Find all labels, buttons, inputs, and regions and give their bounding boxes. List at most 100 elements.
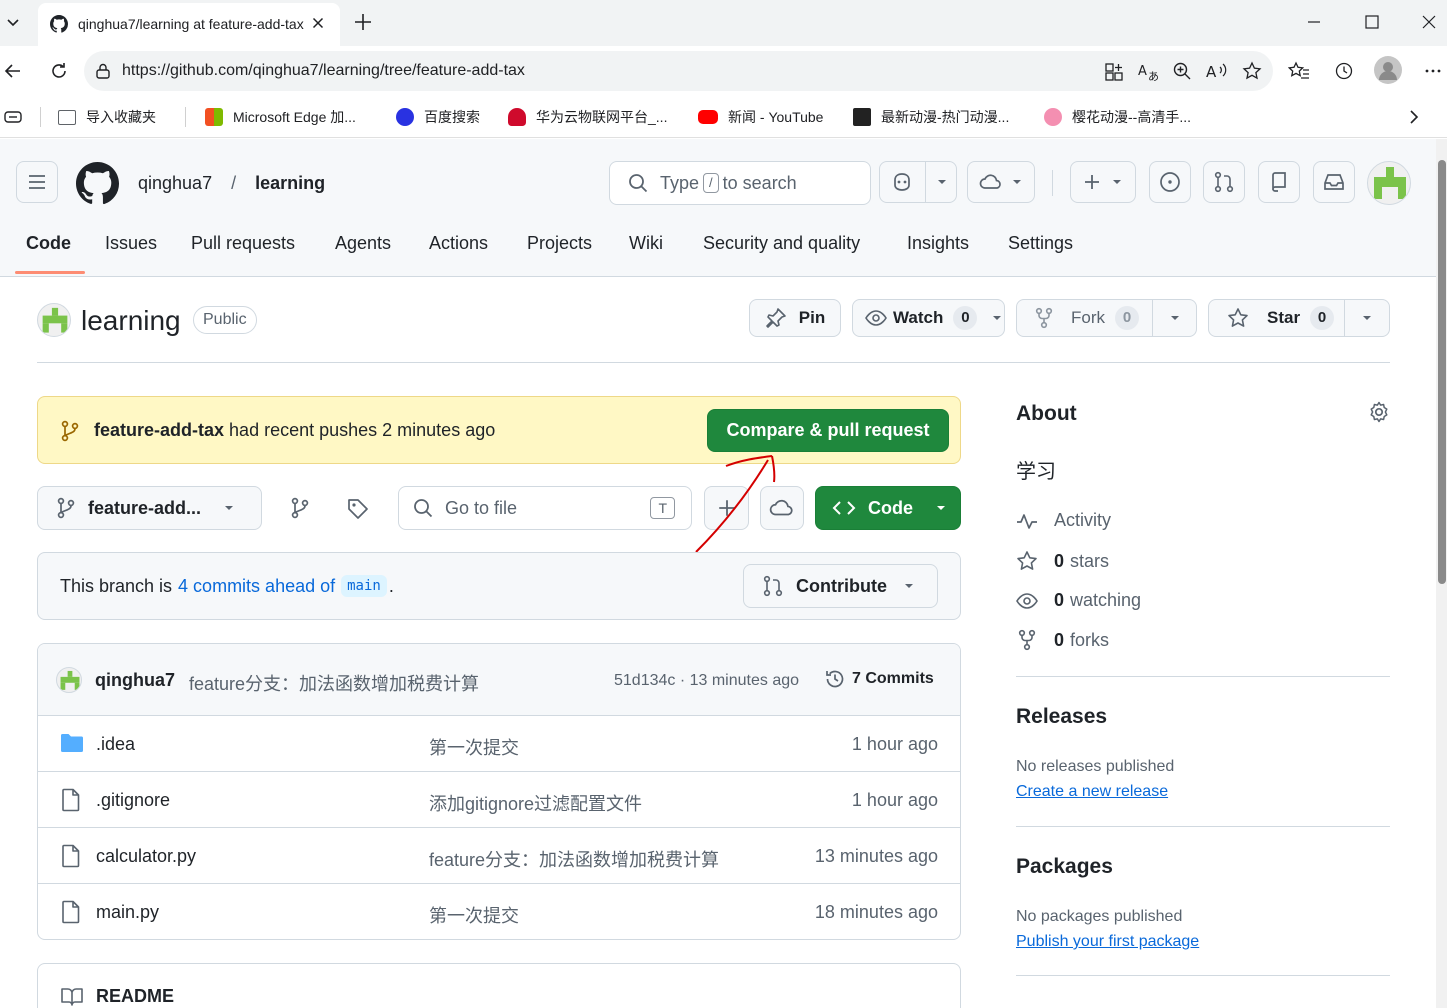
star-button[interactable]: Star 0 (1209, 300, 1344, 336)
tab-insights[interactable]: Insights (907, 231, 969, 277)
file-commit-message[interactable]: 添加gitignore过滤配置文件 (429, 790, 642, 816)
watch-button[interactable]: Watch 0 (852, 299, 1005, 337)
tag-icon[interactable] (346, 497, 370, 521)
bookmark-sakura-anime[interactable]: 樱花动漫--高清手... (1044, 106, 1191, 128)
file-name[interactable]: calculator.py (96, 846, 196, 867)
bookmark-import[interactable]: 导入收藏夹 (58, 106, 156, 128)
branches-icon[interactable] (289, 496, 311, 520)
hamburger-icon (29, 175, 45, 189)
back-arrow-icon[interactable] (3, 61, 23, 81)
window-minimize-icon[interactable] (1306, 14, 1322, 30)
tab-projects[interactable]: Projects (527, 231, 592, 277)
code-dropdown-button[interactable]: Code (815, 486, 961, 530)
file-name[interactable]: .gitignore (96, 790, 170, 811)
inbox-button[interactable] (1313, 161, 1355, 203)
contribute-button[interactable]: Contribute (743, 564, 938, 608)
repo-link[interactable]: learning (255, 173, 325, 193)
browser-tab-active[interactable]: qinghua7/learning at feature-add-tax (38, 3, 340, 46)
tab-issues[interactable]: Issues (105, 231, 157, 277)
table-row[interactable]: .idea 第一次提交 1 hour ago (38, 716, 960, 772)
table-row[interactable]: calculator.py feature分支：加法函数增加税费计算 13 mi… (38, 828, 960, 884)
tab-actions[interactable]: Actions (429, 231, 488, 277)
site-info-lock-icon[interactable] (94, 62, 112, 80)
tab-list-chevron-icon[interactable] (5, 14, 21, 30)
commit-author[interactable]: qinghua7 (95, 670, 175, 691)
global-menu-button[interactable] (16, 161, 58, 203)
tab-settings[interactable]: Settings (1008, 231, 1073, 277)
create-new-button[interactable] (1070, 161, 1136, 203)
packages-heading[interactable]: Packages (1016, 855, 1113, 879)
tab-agents[interactable]: Agents (335, 231, 391, 277)
stars-link[interactable]: 0 stars (1016, 550, 1109, 572)
activity-link[interactable]: Activity (1016, 510, 1111, 531)
fork-dropdown-button[interactable] (1153, 300, 1196, 336)
bookmarks-more-chevron-icon[interactable] (1405, 107, 1423, 127)
tab-security[interactable]: Security and quality (703, 231, 860, 277)
issues-button[interactable] (1149, 161, 1191, 203)
commits-history-link[interactable]: 7 Commits (824, 668, 934, 690)
new-tab-plus-icon[interactable] (353, 12, 373, 32)
window-close-icon[interactable] (1421, 14, 1437, 30)
refresh-icon[interactable] (49, 61, 69, 81)
pushed-branch-name[interactable]: feature-add-tax (94, 420, 224, 440)
owner-link[interactable]: qinghua7 (138, 173, 212, 193)
url-text[interactable]: https://github.com/qinghua7/learning/tre… (122, 62, 525, 80)
watching-link[interactable]: 0 watching (1016, 590, 1141, 611)
favorites-icon[interactable] (1288, 61, 1310, 81)
table-row[interactable]: .gitignore 添加gitignore过滤配置文件 1 hour ago (38, 772, 960, 828)
commits-ahead-link[interactable]: 4 commits ahead of (178, 576, 335, 597)
translate-icon[interactable]: Aあ (1138, 62, 1160, 82)
commit-meta[interactable]: 51d134c · 13 minutes ago (614, 672, 799, 690)
pin-button[interactable]: Pin (749, 299, 841, 337)
bookmark-youtube[interactable]: 新闻 - YouTube (698, 106, 823, 128)
fork-button[interactable]: Fork 0 (1017, 300, 1152, 336)
commit-message[interactable]: feature分支：加法函数增加税费计算 (189, 670, 479, 696)
app-available-icon[interactable] (1104, 62, 1124, 82)
huawei-logo-icon (508, 108, 526, 126)
repositories-button[interactable] (1258, 161, 1300, 203)
star-dropdown-button[interactable] (1345, 300, 1389, 336)
history-icon[interactable] (1334, 61, 1354, 81)
publish-package-link[interactable]: Publish your first package (1016, 933, 1199, 951)
more-menu-icon[interactable] (1424, 62, 1442, 80)
bookmark-huawei-iot[interactable]: 华为云物联网平台_... (508, 106, 667, 128)
branch-selector[interactable]: feature-add... (37, 486, 262, 530)
commit-author-avatar[interactable] (56, 667, 82, 693)
bookmark-edge-addons[interactable]: Microsoft Edge 加... (205, 106, 356, 128)
file-commit-message[interactable]: 第一次提交 (429, 734, 519, 760)
copilot-button[interactable] (879, 161, 957, 203)
bookmark-anime-latest[interactable]: 最新动漫-热门动漫... (853, 106, 1009, 128)
profile-avatar-icon[interactable] (1374, 56, 1402, 84)
tab-pull-requests[interactable]: Pull requests (191, 231, 295, 277)
bookmark-baidu[interactable]: 百度搜索 (396, 106, 480, 128)
gear-icon[interactable] (1368, 401, 1390, 423)
file-commit-message[interactable]: feature分支：加法函数增加税费计算 (429, 846, 719, 872)
file-name[interactable]: main.py (96, 902, 159, 923)
releases-heading[interactable]: Releases (1016, 705, 1107, 729)
forks-link[interactable]: 0 forks (1016, 629, 1109, 651)
read-aloud-icon[interactable]: A (1206, 61, 1228, 81)
table-row[interactable]: main.py 第一次提交 18 minutes ago (38, 884, 960, 939)
favorite-star-icon[interactable] (1242, 61, 1262, 81)
codespaces-button[interactable] (967, 161, 1035, 203)
file-name[interactable]: .idea (96, 734, 135, 755)
base-branch-pill[interactable]: main (341, 575, 387, 597)
collections-icon[interactable] (3, 108, 23, 126)
zoom-icon[interactable] (1172, 61, 1192, 81)
repo-title[interactable]: learning (81, 305, 181, 337)
go-to-file-input[interactable]: Go to file T (398, 486, 692, 530)
readme-tab[interactable]: README (60, 986, 174, 1007)
tab-wiki[interactable]: Wiki (629, 231, 663, 277)
global-search-input[interactable]: Type / to search (609, 161, 871, 205)
page-scrollbar-thumb[interactable] (1438, 160, 1446, 584)
address-bar[interactable]: https://github.com/qinghua7/learning/tre… (84, 51, 1273, 91)
user-avatar[interactable] (1367, 161, 1411, 205)
pull-requests-button[interactable] (1203, 161, 1245, 203)
file-commit-message[interactable]: 第一次提交 (429, 902, 519, 928)
github-logo-icon[interactable] (76, 162, 119, 205)
no-releases-text: No releases published (1016, 758, 1175, 775)
tab-close-icon[interactable] (310, 15, 326, 31)
window-maximize-icon[interactable] (1364, 14, 1380, 30)
compare-pull-request-button[interactable]: Compare & pull request (707, 409, 949, 452)
create-release-link[interactable]: Create a new release (1016, 783, 1168, 801)
